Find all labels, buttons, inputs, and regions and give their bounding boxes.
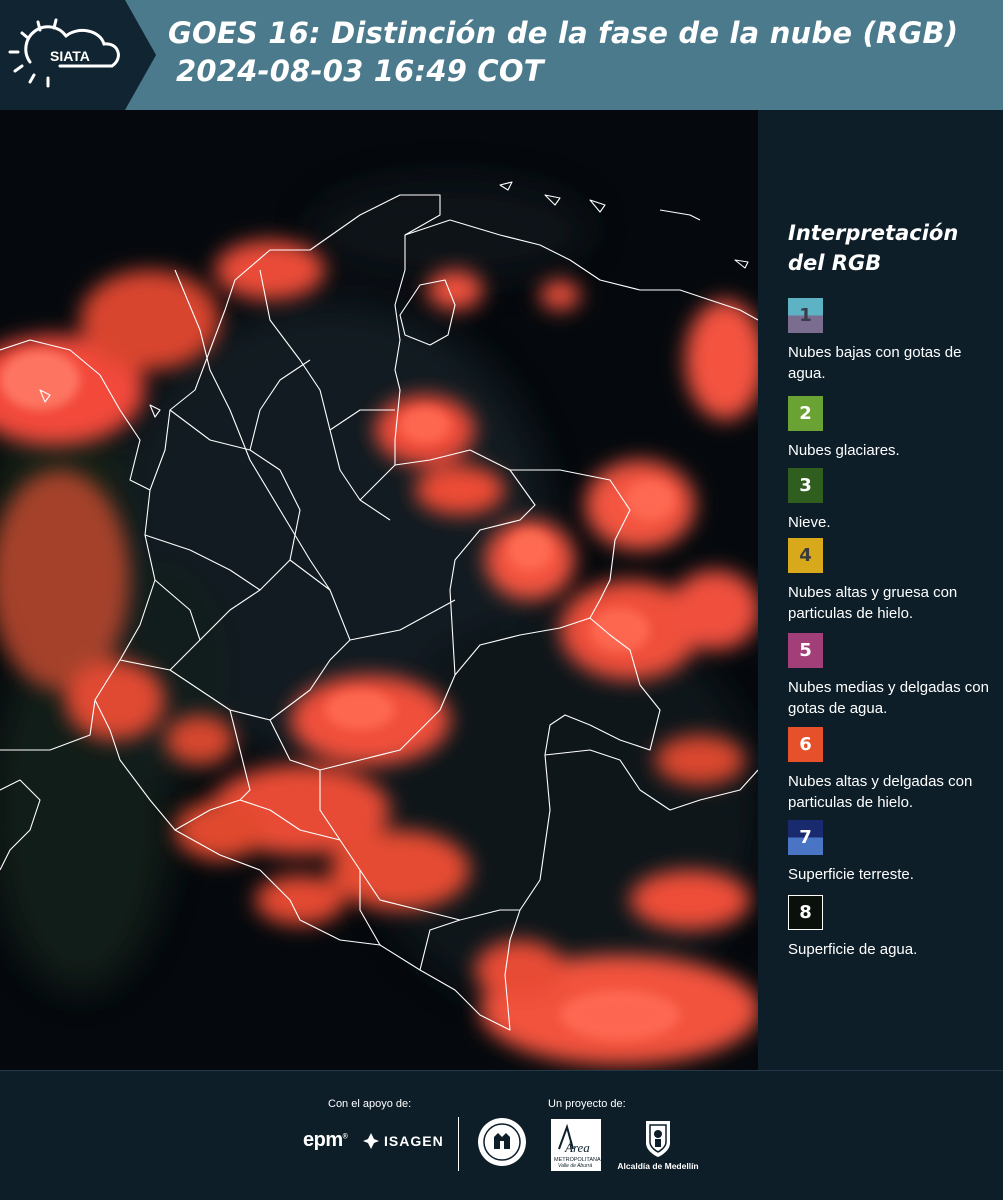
legend-swatch-3: 3 (788, 468, 823, 503)
legend-number-6: 6 (799, 734, 812, 755)
area-metropolitana-logo: Área METROPOLITANA Valle de Aburrá (551, 1119, 601, 1171)
legend-swatch-8: 8 (788, 895, 823, 930)
legend-swatch-1: 1 (788, 298, 823, 333)
legend-label-2: Nubes glaciares. (788, 442, 900, 459)
legend-label-3: Nieve. (788, 514, 831, 531)
legend-panel: Interpretación del RGB 1 Nubes bajas con… (758, 110, 1003, 1070)
legend-number-7: 7 (799, 827, 812, 848)
isagen-mark-icon (363, 1133, 379, 1149)
legend-swatch-2: 2 (788, 396, 823, 431)
legend-swatch-5: 5 (788, 633, 823, 668)
area-logo-text: Área (564, 1140, 590, 1155)
satellite-map (0, 110, 758, 1070)
isagen-logo: ISAGEN (362, 1132, 444, 1150)
alcaldia-text: Alcaldía de Medellín (617, 1161, 699, 1171)
timestamp: 2024-08-03 16:49 COT (176, 54, 544, 88)
seal-logo-icon (477, 1117, 527, 1167)
legend-label-5: Nubes medias y delgadas con gotas de agu… (788, 679, 989, 717)
epm-registered-mark: ® (342, 1133, 348, 1141)
legend-label-8: Superficie de agua. (788, 941, 918, 958)
legend-number-5: 5 (799, 640, 812, 661)
support-label: Con el apoyo de: (328, 1098, 412, 1110)
legend-swatch-4: 4 (788, 538, 823, 573)
alcaldia-shield-icon (646, 1121, 670, 1157)
isagen-logo-text: ISAGEN (384, 1133, 444, 1149)
legend-title-line2: del RGB (788, 251, 882, 275)
epm-logo: epm® (303, 1129, 348, 1152)
legend-number-3: 3 (799, 475, 812, 496)
project-label: Un proyecto de: (548, 1098, 626, 1110)
epm-logo-text: epm (303, 1129, 343, 1151)
siata-logo-text: SIATA (50, 48, 90, 64)
footer: Con el apoyo de: Un proyecto de: epm® IS… (0, 1070, 1003, 1200)
area-logo-subtitle2: Valle de Aburrá (558, 1163, 592, 1169)
legend-title-line1: Interpretación (788, 221, 959, 245)
legend-number-4: 4 (799, 545, 812, 566)
legend-label-6: Nubes altas y delgadas con particulas de… (788, 773, 973, 811)
legend-number-8: 8 (799, 902, 812, 923)
alcaldia-logo: Alcaldía de Medellín (613, 1119, 703, 1174)
siata-logo: SIATA (0, 0, 156, 110)
legend-label-1: Nubes bajas con gotas de agua. (788, 344, 962, 382)
legend-swatch-7: 7 (788, 820, 823, 855)
legend-swatch-6: 6 (788, 727, 823, 762)
legend-label-4: Nubes altas y gruesa con particulas de h… (788, 584, 958, 622)
header-bar: SIATA GOES 16: Distinción de la fase de … (0, 0, 1003, 110)
legend-title: Interpretación del RGB (788, 218, 993, 278)
footer-divider (458, 1117, 459, 1171)
legend-label-7: Superficie terreste. (788, 866, 914, 883)
page-title: GOES 16: Distinción de la fase de la nub… (168, 16, 959, 50)
legend-number-1: 1 (799, 305, 812, 326)
legend-number-2: 2 (799, 403, 812, 424)
